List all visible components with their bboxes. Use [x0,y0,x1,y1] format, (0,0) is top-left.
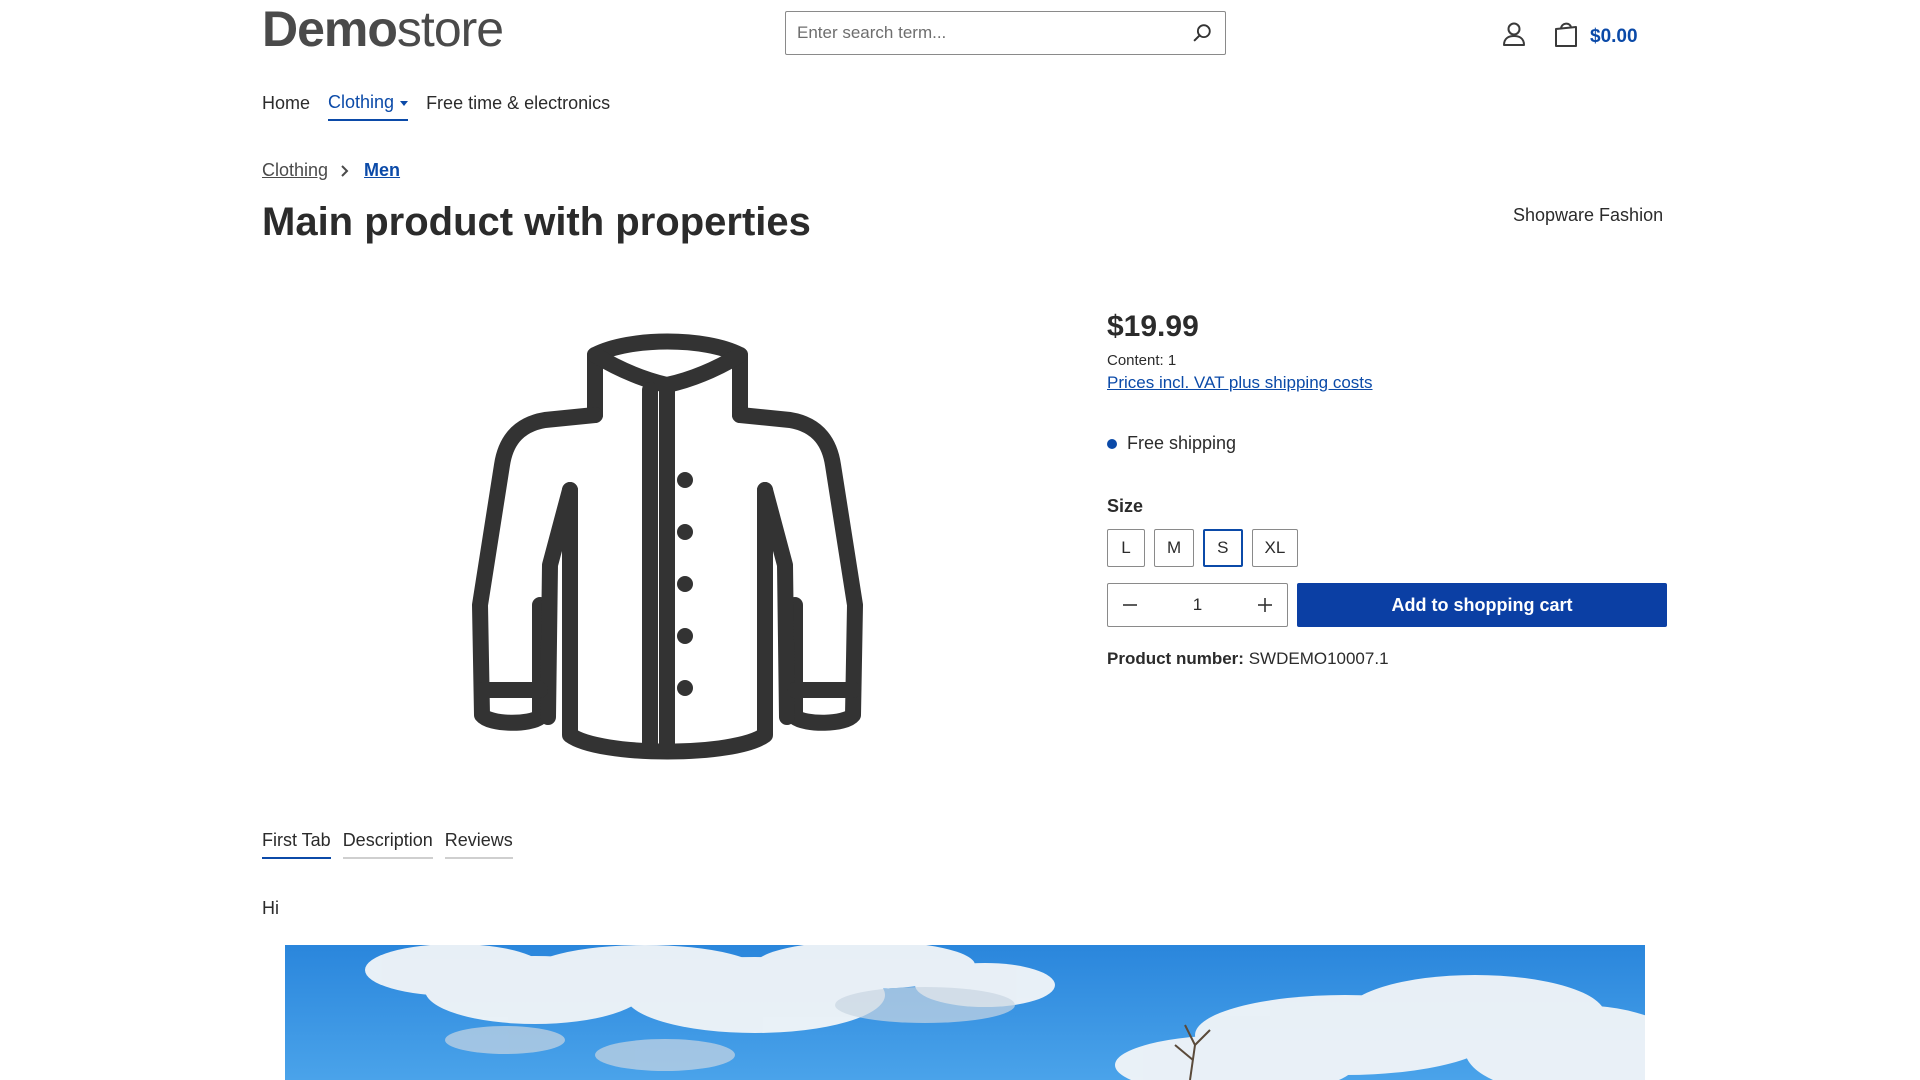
caret-down-icon [400,100,409,106]
search-icon[interactable] [1179,12,1225,54]
nav-item-label: Clothing [328,92,395,112]
nav-item-label: Home [262,93,311,113]
account-icon[interactable] [1500,20,1528,48]
chevron-right-icon [340,164,352,178]
nav-item-label: Free time & electronics [426,93,611,113]
size-option-l[interactable]: L [1107,529,1145,567]
cart-button[interactable]: $0.00 [1552,19,1638,54]
product-image[interactable] [470,325,865,765]
breadcrumb-men[interactable]: Men [364,160,400,181]
main-navigation: Home Clothing Free time & electronics [262,92,628,121]
shipping-text: Free shipping [1127,433,1237,453]
product-number: Product number: SWDEMO10007.1 [1107,649,1667,669]
shipping-info: Free shipping [1107,433,1667,454]
jacket-illustration [472,333,863,760]
size-option-xl[interactable]: XL [1251,529,1299,567]
breadcrumb: Clothing Men [262,160,400,181]
quantity-stepper: 1 [1107,583,1288,627]
size-options: L M S XL [1107,529,1667,567]
search-box [785,11,1226,55]
size-option-s[interactable]: S [1203,529,1243,567]
header: Demostore $0.00 [0,0,1920,70]
buy-box: $19.99 Content: 1 Prices incl. VAT plus … [1107,310,1667,669]
store-logo[interactable]: Demostore [262,1,504,57]
tab-description[interactable]: Description [342,830,433,859]
logo-bold-text: Demo [262,1,398,57]
cart-total: $0.00 [1590,25,1638,47]
logo-light-text: store [396,1,504,57]
tab-first-tab[interactable]: First Tab [262,830,331,859]
sky-banner-image [285,945,1645,1080]
size-label: Size [1107,496,1144,516]
add-to-cart-button[interactable]: Add to shopping cart [1297,583,1667,627]
vat-shipping-link[interactable]: Prices incl. VAT plus shipping costs [1107,373,1373,393]
breadcrumb-clothing[interactable]: Clothing [262,160,328,181]
tab-content-text: Hi [262,898,279,918]
content-info: Content: 1 [1107,352,1177,369]
quantity-value[interactable]: 1 [1152,595,1243,615]
minus-icon[interactable] [1108,584,1152,626]
manufacturer-link[interactable]: Shopware Fashion [1513,205,1663,226]
tab-reviews[interactable]: Reviews [444,830,513,859]
nav-item-free-time-electronics[interactable]: Free time & electronics [426,92,610,121]
product-tabs: First Tab Description Reviews [262,830,513,859]
product-title: Main product with properties [262,200,811,244]
status-dot-icon [1107,438,1117,449]
cart-icon [1552,19,1580,54]
search-input[interactable] [786,12,1179,54]
product-number-value: SWDEMO10007.1 [1248,649,1389,668]
nav-item-clothing[interactable]: Clothing [328,92,409,121]
clouds-illustration [285,945,1645,1080]
plus-icon[interactable] [1243,584,1287,626]
buy-row: 1 Add to shopping cart [1107,583,1667,627]
product-number-label: Product number: [1107,649,1244,668]
size-option-m[interactable]: M [1154,529,1195,567]
nav-item-home[interactable]: Home [262,92,310,121]
product-price: $19.99 [1107,310,1199,343]
